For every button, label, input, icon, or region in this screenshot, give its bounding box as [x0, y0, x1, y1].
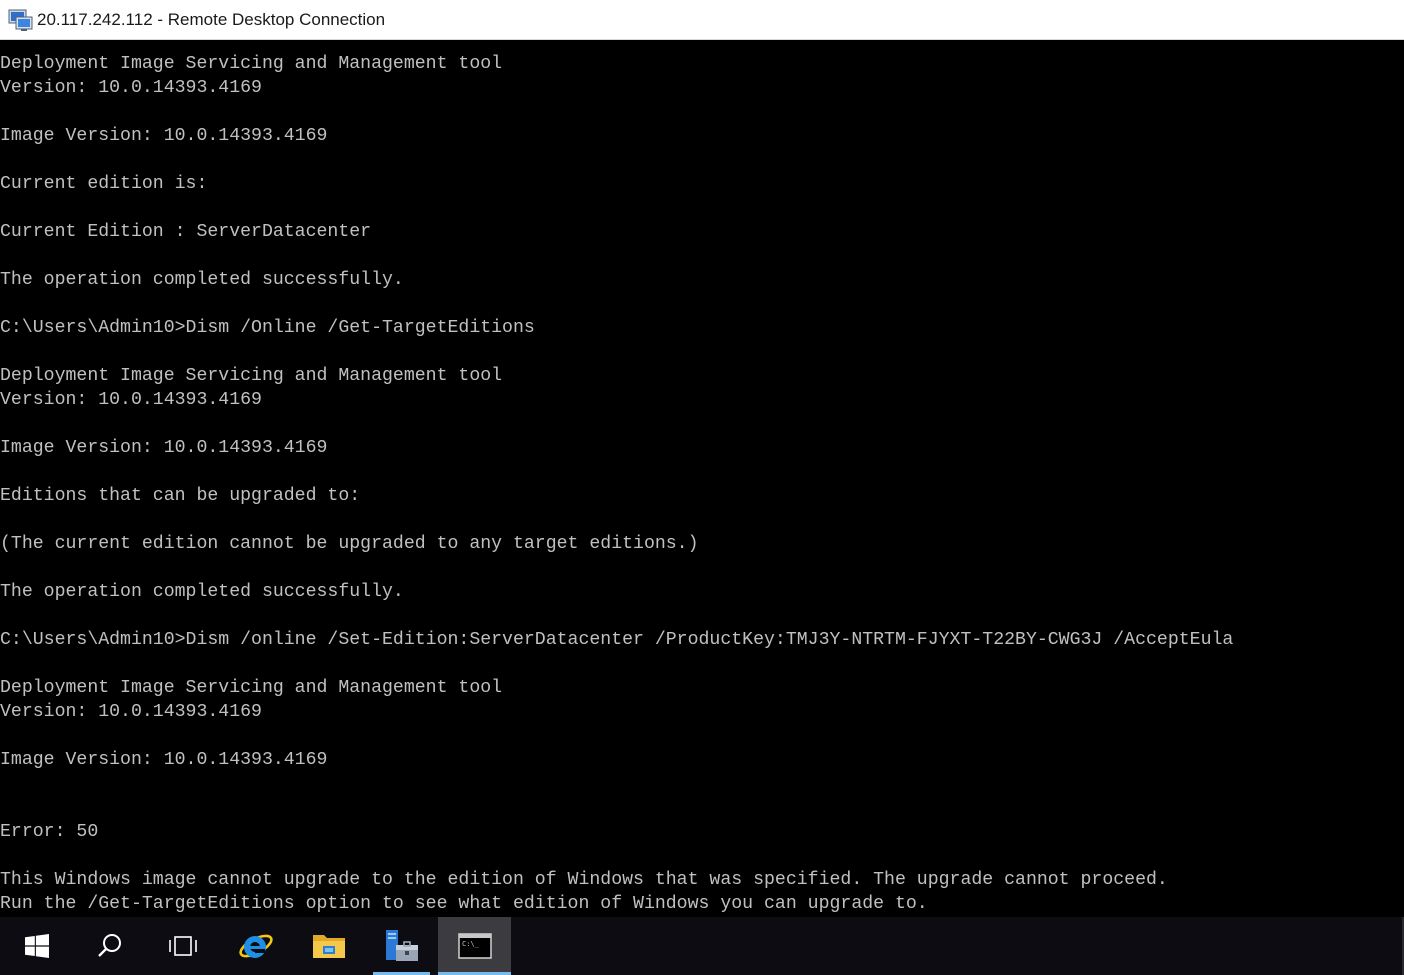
- console-line: Deployment Image Servicing and Managemen…: [0, 366, 503, 386]
- command-prompt-button[interactable]: C:\_: [438, 917, 511, 975]
- file-explorer-button[interactable]: [292, 917, 365, 975]
- search-icon: [96, 932, 124, 960]
- server-manager-icon: [383, 928, 421, 964]
- console-line: The operation completed successfully.: [0, 270, 404, 290]
- console-line: Image Version: 10.0.14393.4169: [0, 126, 328, 146]
- console-line: (The current edition cannot be upgraded …: [0, 534, 699, 554]
- console-line: Deployment Image Servicing and Managemen…: [0, 54, 503, 74]
- console-line: Deployment Image Servicing and Managemen…: [0, 678, 503, 698]
- task-view-button[interactable]: [146, 917, 219, 975]
- windows-logo-icon: [24, 934, 49, 958]
- console-line: Image Version: 10.0.14393.4169: [0, 750, 328, 770]
- start-button[interactable]: [0, 917, 73, 975]
- task-view-icon: [167, 934, 199, 958]
- svg-text:C:\_: C:\_: [462, 940, 480, 948]
- console-line: C:\Users\Admin10>Dism /online /Set-Editi…: [0, 630, 1234, 650]
- remote-desktop-icon: [8, 7, 34, 33]
- command-prompt-console[interactable]: Deployment Image Servicing and Managemen…: [0, 40, 1404, 917]
- internet-explorer-button[interactable]: [219, 917, 292, 975]
- console-line: Error: 50: [0, 822, 99, 842]
- console-line: Current edition is:: [0, 174, 208, 194]
- window-title: 20.117.242.112 - Remote Desktop Connecti…: [37, 9, 386, 29]
- title-bar[interactable]: 20.117.242.112 - Remote Desktop Connecti…: [0, 0, 1404, 40]
- console-line: Run the /Get-TargetEditions option to se…: [0, 894, 928, 914]
- console-line: Current Edition : ServerDatacenter: [0, 222, 372, 242]
- taskbar: C:\_: [0, 917, 1404, 975]
- console-line: Image Version: 10.0.14393.4169: [0, 438, 328, 458]
- internet-explorer-icon: [237, 928, 275, 964]
- console-output: Deployment Image Servicing and Managemen…: [0, 52, 1233, 916]
- server-manager-button[interactable]: [365, 917, 438, 975]
- console-line: Version: 10.0.14393.4169: [0, 702, 262, 722]
- console-line: This Windows image cannot upgrade to the…: [0, 870, 1168, 890]
- console-line: The operation completed successfully.: [0, 582, 404, 602]
- console-line: Version: 10.0.14393.4169: [0, 78, 262, 98]
- console-line: Editions that can be upgraded to:: [0, 486, 361, 506]
- search-button[interactable]: [73, 917, 146, 975]
- console-line: Version: 10.0.14393.4169: [0, 390, 262, 410]
- remote-desktop-window: 20.117.242.112 - Remote Desktop Connecti…: [0, 0, 1404, 975]
- console-line: C:\Users\Admin10>Dism /Online /Get-Targe…: [0, 318, 535, 338]
- folder-icon: [312, 931, 346, 961]
- command-prompt-icon: C:\_: [457, 932, 492, 960]
